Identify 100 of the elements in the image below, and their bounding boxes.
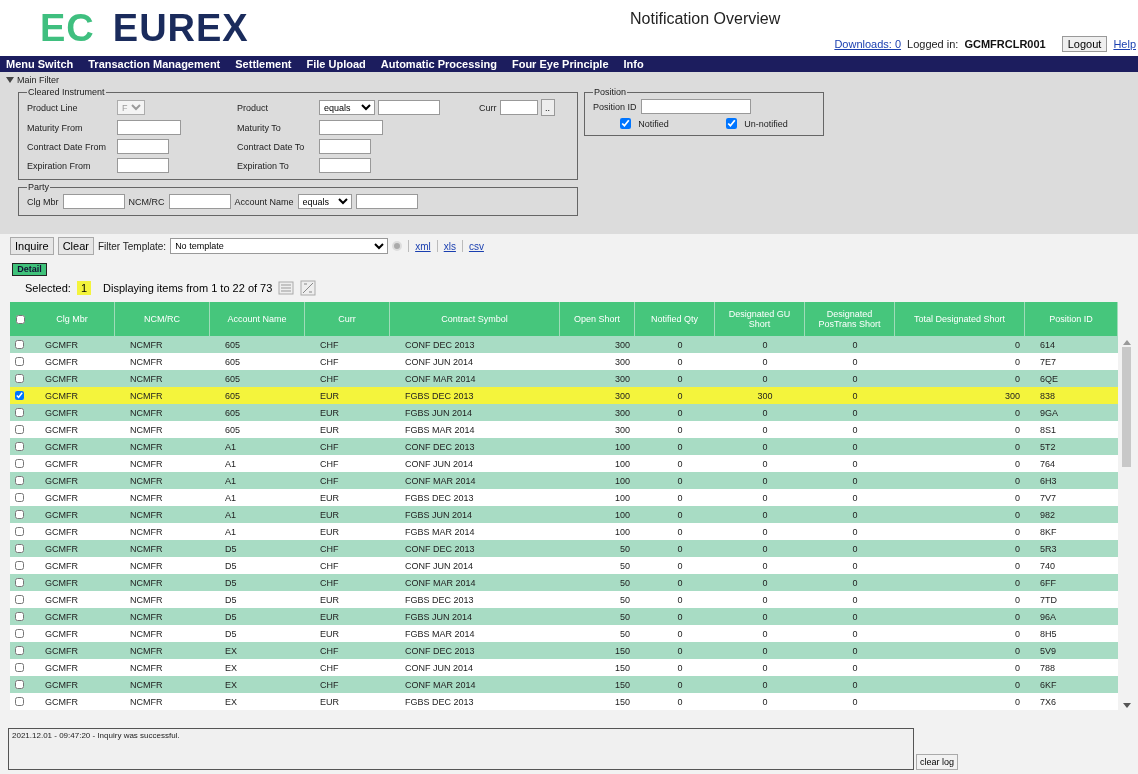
row-checkbox[interactable] (15, 357, 24, 366)
product-operator-select[interactable]: equals (319, 100, 375, 115)
export-link[interactable]: csv (468, 240, 484, 252)
position-id-input[interactable] (640, 99, 751, 114)
row-checkbox[interactable] (15, 646, 24, 655)
table-row[interactable]: GCMFR NCMFR 605 EUR FGBS MAR 2014 300 0 0 0 0 8S1 (10, 421, 1118, 438)
field-label: Maturity From (27, 122, 84, 133)
table-cell-text: GCMFR (44, 492, 79, 503)
table-row[interactable]: GCMFR NCMFR 605 CHF CONF JUN 2014 300 0 0 0 0 7E7 (10, 353, 1118, 370)
product-input[interactable] (378, 100, 440, 115)
table-cell-text: EUR (319, 407, 340, 418)
menu-item[interactable]: Transaction Management (88, 58, 221, 70)
clg-mbr-input[interactable] (62, 194, 125, 209)
menu-item[interactable]: Automatic Processing (380, 58, 497, 70)
select-all-checkbox[interactable] (15, 314, 25, 324)
detail-button[interactable]: Detail (12, 262, 47, 276)
row-checkbox[interactable] (15, 391, 24, 400)
table-cell-text: GCMFR (44, 458, 79, 469)
scroll-up-icon[interactable] (1122, 339, 1131, 345)
export-link[interactable]: xls (443, 240, 456, 252)
row-checkbox[interactable] (15, 493, 24, 502)
row-checkbox[interactable] (15, 527, 24, 536)
table-row[interactable]: GCMFR NCMFR D5 EUR FGBS MAR 2014 50 0 0 0 0 8H5 (10, 625, 1118, 642)
lookup-button[interactable]: .. (540, 99, 555, 116)
main-filter-toggle[interactable]: Main Filter (6, 75, 1132, 85)
table-cell-text: FGBS MAR 2014 (404, 424, 476, 435)
table-row[interactable]: GCMFR NCMFR A1 EUR FGBS DEC 2013 100 0 0 0 0 7V7 (10, 489, 1118, 506)
table-row[interactable]: GCMFR NCMFR 605 EUR FGBS JUN 2014 300 0 0 0 0 9GA (10, 404, 1118, 421)
table-row[interactable]: GCMFR NCMFR D5 CHF CONF JUN 2014 50 0 0 0 0 740 (10, 557, 1118, 574)
table-row[interactable]: GCMFR NCMFR D5 EUR FGBS JUN 2014 50 0 0 0 0 96A (10, 608, 1118, 625)
row-checkbox[interactable] (15, 425, 24, 434)
export-link[interactable]: xml (415, 240, 431, 252)
expiration-from-input[interactable] (117, 158, 169, 173)
fraction-icon[interactable] (300, 280, 317, 296)
menu-item[interactable]: File Upload (306, 58, 366, 70)
contract-date-to-input[interactable] (319, 139, 371, 154)
table-row[interactable]: GCMFR NCMFR A1 CHF CONF DEC 2013 100 0 0 0 0 5T2 (10, 438, 1118, 455)
row-checkbox[interactable] (15, 697, 24, 706)
ncm-rc-input[interactable] (168, 194, 231, 209)
row-checkbox[interactable] (15, 340, 24, 349)
table-row[interactable]: GCMFR NCMFR 605 CHF CONF MAR 2014 300 0 0 0 0 6QE (10, 370, 1118, 387)
clear-button[interactable]: Clear (57, 237, 94, 255)
menu-item[interactable]: Menu Switch (6, 58, 74, 70)
table-cell-text: 0 (1014, 458, 1021, 469)
table-row[interactable]: GCMFR NCMFR D5 CHF CONF MAR 2014 50 0 0 0 0 6FF (10, 574, 1118, 591)
row-checkbox[interactable] (15, 374, 24, 383)
maturity-from-input[interactable] (117, 120, 181, 135)
filter-checkbox[interactable] (620, 118, 632, 129)
table-row[interactable]: GCMFR NCMFR D5 CHF CONF DEC 2013 50 0 0 0 0 5R3 (10, 540, 1118, 557)
menu-item[interactable]: Info (623, 58, 644, 70)
table-cell-text: 0 (761, 543, 769, 554)
table-row[interactable]: GCMFR NCMFR D5 EUR FGBS DEC 2013 50 0 0 0 0 7TD (10, 591, 1118, 608)
expiration-to-input[interactable] (319, 158, 371, 173)
contract-date-from-input[interactable] (117, 139, 169, 154)
row-checkbox[interactable] (15, 476, 24, 485)
template-select[interactable]: No template (170, 238, 389, 254)
row-checkbox[interactable] (15, 544, 24, 553)
maturity-to-input[interactable] (319, 120, 383, 135)
logout-button[interactable]: Logout (1061, 36, 1108, 52)
help-link[interactable]: Help (1113, 38, 1136, 50)
inquire-button[interactable]: Inquire (10, 237, 54, 255)
table-cell-text: 0 (851, 458, 859, 469)
row-checkbox[interactable] (15, 459, 24, 468)
menu-item[interactable]: Four Eye Principle (511, 58, 609, 70)
table-cell-text: 0 (851, 509, 859, 520)
table-row[interactable]: GCMFR NCMFR A1 EUR FGBS MAR 2014 100 0 0 0 0 8KF (10, 523, 1118, 540)
table-row[interactable]: GCMFR NCMFR EX EUR FGBS DEC 2013 150 0 0 0 0 7X6 (10, 693, 1118, 710)
downloads-link[interactable]: Downloads: 0 (834, 38, 902, 50)
table-cell-text: NCMFR (129, 611, 164, 622)
table-cell-text: 0 (1014, 339, 1021, 350)
table-row[interactable]: GCMFR NCMFR 605 CHF CONF DEC 2013 300 0 0 0 0 614 (10, 336, 1118, 353)
table-row[interactable]: GCMFR NCMFR EX CHF CONF MAR 2014 150 0 0 0 0 6KF (10, 676, 1118, 693)
row-checkbox[interactable] (15, 612, 24, 621)
table-row[interactable]: GCMFR NCMFR EX CHF CONF DEC 2013 150 0 0 0 0 5V9 (10, 642, 1118, 659)
row-checkbox[interactable] (15, 663, 24, 672)
row-checkbox[interactable] (15, 442, 24, 451)
table-row[interactable]: GCMFR NCMFR EX CHF CONF JUN 2014 150 0 0 0 0 788 (10, 659, 1118, 676)
scroll-down-icon[interactable] (1122, 703, 1131, 709)
row-checkbox[interactable] (15, 510, 24, 519)
table-row[interactable]: GCMFR NCMFR 605 EUR FGBS DEC 2013 300 0 300 0 300 838 (10, 387, 1118, 404)
row-checkbox[interactable] (15, 408, 24, 417)
row-checkbox[interactable] (15, 680, 24, 689)
table-cell-text: 0 (1014, 594, 1021, 605)
filter-checkbox[interactable] (726, 118, 738, 129)
account-name-input[interactable] (355, 194, 418, 209)
account-operator-select[interactable]: equals (297, 194, 352, 209)
table-row[interactable]: GCMFR NCMFR A1 EUR FGBS JUN 2014 100 0 0 0 0 982 (10, 506, 1118, 523)
row-checkbox[interactable] (15, 629, 24, 638)
row-checkbox[interactable] (15, 561, 24, 570)
table-cell-text: 0 (851, 577, 859, 588)
table-row[interactable]: GCMFR NCMFR A1 CHF CONF MAR 2014 100 0 0 0 0 6H3 (10, 472, 1118, 489)
curr-input[interactable] (499, 100, 538, 115)
row-checkbox[interactable] (15, 578, 24, 587)
table-row[interactable]: GCMFR NCMFR A1 CHF CONF JUN 2014 100 0 0 0 0 764 (10, 455, 1118, 472)
table-cell-text: 100 (613, 509, 631, 520)
table-cell-text: NCMFR (129, 526, 164, 537)
scroll-thumb[interactable] (1122, 347, 1131, 467)
row-checkbox[interactable] (15, 595, 24, 604)
menu-item[interactable]: Settlement (235, 58, 292, 70)
clear-log-button[interactable]: clear log (916, 754, 959, 770)
